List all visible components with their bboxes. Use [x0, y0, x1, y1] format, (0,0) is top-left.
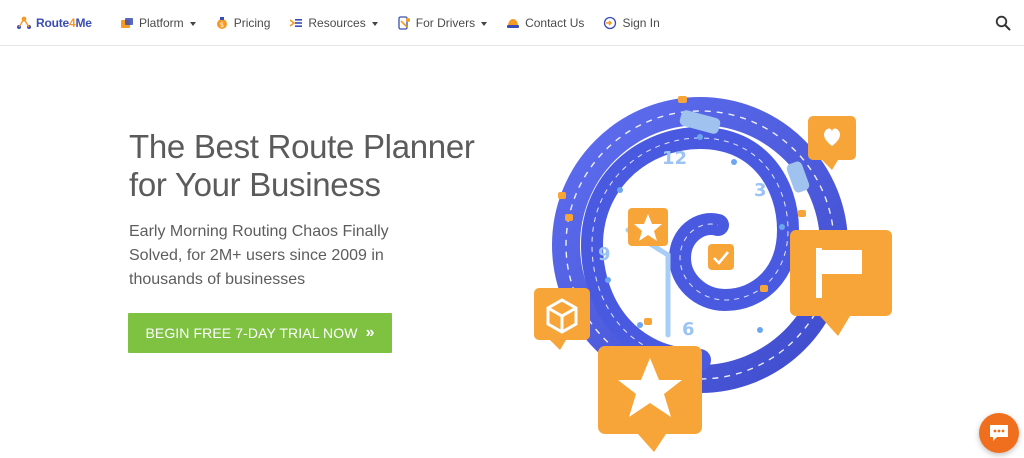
chat-widget-button[interactable]: [979, 413, 1019, 453]
star-icon: [598, 346, 702, 452]
begin-trial-button[interactable]: BEGIN FREE 7-DAY TRIAL NOW »: [128, 313, 392, 353]
clock-number-3: 3: [754, 180, 767, 201]
search-icon[interactable]: [995, 15, 1011, 31]
contact-icon: [507, 19, 520, 28]
nav-item-label: Platform: [139, 16, 184, 30]
nav-item-label: Pricing: [233, 16, 271, 30]
logo-icon: [17, 16, 31, 29]
double-chevron-right-icon: »: [365, 324, 375, 341]
check-icon: [708, 244, 734, 270]
clock-number-9: 9: [598, 244, 611, 265]
resources-icon: [289, 19, 303, 27]
route4me-logo[interactable]: Route4Me: [16, 13, 92, 33]
chevron-down-icon: [189, 21, 196, 26]
top-navigation: Route4Me Platform $ Pricing Resources Fo…: [0, 0, 1024, 46]
drivers-icon: [398, 16, 410, 30]
nav-item-pricing[interactable]: $ Pricing: [215, 16, 271, 30]
nav-item-label: Sign In: [622, 16, 660, 30]
nav-item-label: For Drivers: [415, 16, 476, 30]
hero-title-line1: The Best Route Planner: [129, 128, 475, 165]
nav-item-label: Resources: [308, 16, 366, 30]
chevron-down-icon: [371, 21, 378, 26]
route-clock-illustration: 12 3 6 9: [534, 96, 892, 452]
nav-item-sign-in[interactable]: Sign In: [603, 16, 660, 30]
hero-title: The Best Route Planner for Your Business: [129, 128, 549, 204]
nav-item-for-drivers[interactable]: For Drivers: [397, 16, 488, 30]
begin-trial-label: BEGIN FREE 7-DAY TRIAL NOW: [145, 325, 358, 341]
nav-item-label: Contact Us: [525, 16, 585, 30]
nav-item-resources[interactable]: Resources: [289, 16, 378, 30]
hero-subtitle: Early Morning Routing Chaos Finally Solv…: [129, 223, 389, 288]
svg-text:$: $: [219, 21, 223, 29]
pricing-icon: $: [216, 17, 227, 29]
box-icon: [534, 288, 590, 350]
platform-icon: [121, 18, 133, 28]
clock-number-6: 6: [682, 319, 695, 340]
nav-item-platform[interactable]: Platform: [120, 16, 196, 30]
chevron-down-icon: [481, 21, 488, 26]
clock-number-12: 12: [662, 148, 687, 169]
sign-in-icon: [604, 16, 617, 30]
small-star-icon: [628, 208, 668, 246]
nav-menu: Platform $ Pricing Resources For Drivers…: [120, 0, 679, 46]
logo-text: Route4Me: [36, 16, 92, 30]
nav-item-contact-us[interactable]: Contact Us: [506, 16, 584, 30]
hero-title-line2: for Your Business: [129, 166, 381, 203]
chat-icon: [990, 425, 1008, 441]
